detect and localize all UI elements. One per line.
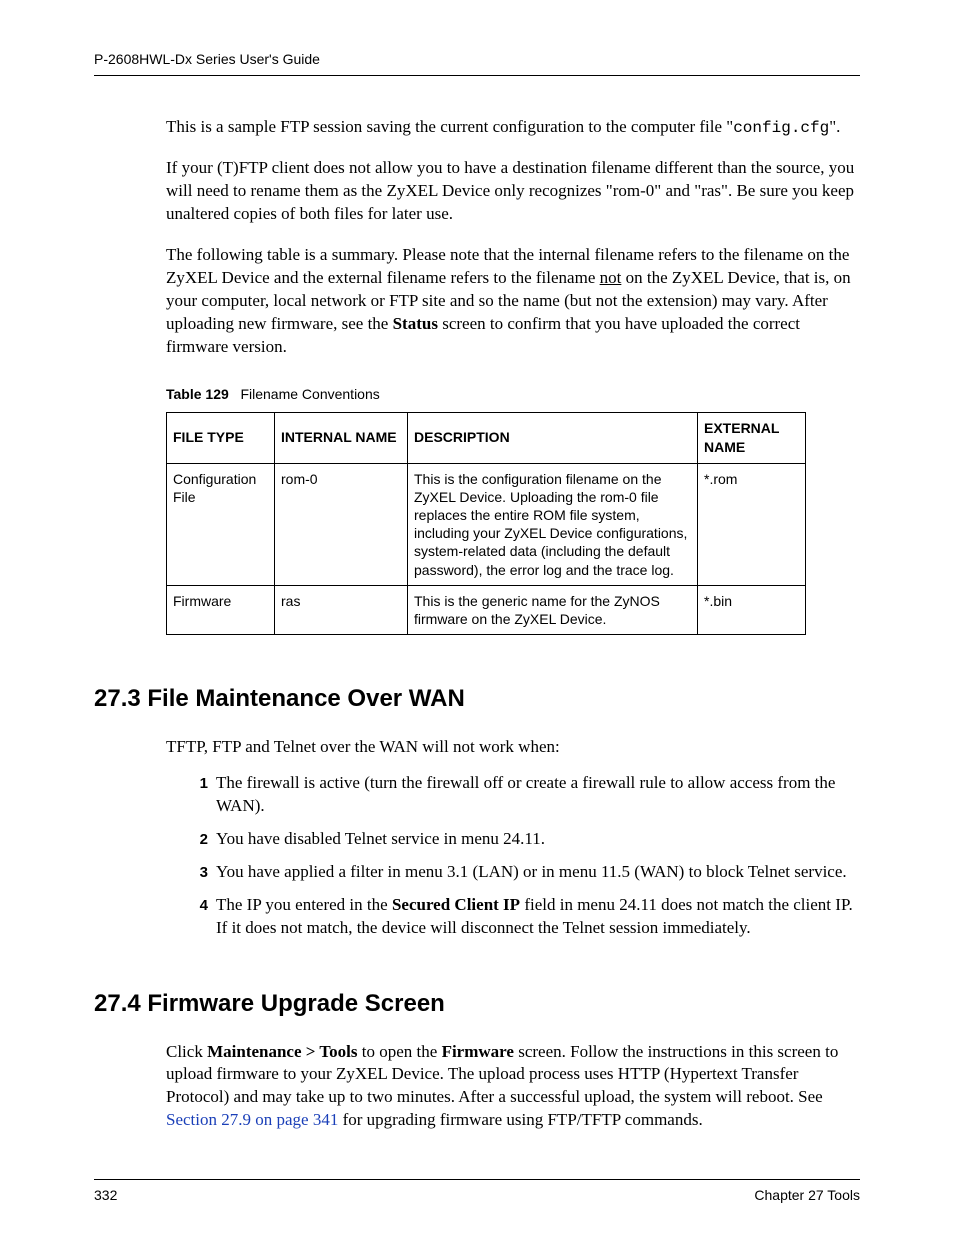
cell-description: This is the generic name for the ZyNOS f… [408, 585, 698, 634]
intro-p1-code: config.cfg [733, 119, 829, 137]
list-item: 4 The IP you entered in the Secured Clie… [190, 894, 860, 940]
th-description: DESCRIPTION [408, 412, 698, 463]
section-27-3-heading: 27.3 File Maintenance Over WAN [94, 683, 860, 715]
cell-external-name: *.rom [698, 463, 806, 585]
cell-file-type: Firmware [167, 585, 275, 634]
running-header: P-2608HWL-Dx Series User's Guide [94, 50, 860, 69]
list-number: 2 [190, 828, 208, 851]
s274-d: for upgrading firmware using FTP/TFTP co… [338, 1110, 702, 1129]
table-caption: Table 129 Filename Conventions [166, 385, 860, 404]
cell-external-name: *.bin [698, 585, 806, 634]
list-number: 4 [190, 894, 208, 940]
li4-bold: Secured Client IP [392, 895, 520, 914]
s274-bold1: Maintenance > Tools [207, 1042, 357, 1061]
intro-paragraph-2: If your (T)FTP client does not allow you… [166, 157, 860, 226]
list-number: 1 [190, 772, 208, 818]
intro-p3-bold: Status [393, 314, 438, 333]
s274-b: to open the [358, 1042, 442, 1061]
table-row: Configuration File rom-0 This is the con… [167, 463, 806, 585]
cell-internal-name: ras [275, 585, 408, 634]
th-external-name: EXTERNAL NAME [698, 412, 806, 463]
list-item: 1 The firewall is active (turn the firew… [190, 772, 860, 818]
list-number: 3 [190, 861, 208, 884]
section-27-4-heading: 27.4 Firmware Upgrade Screen [94, 988, 860, 1020]
chapter-label: Chapter 27 Tools [754, 1186, 860, 1205]
cell-description: This is the configuration filename on th… [408, 463, 698, 585]
list-text: You have applied a filter in menu 3.1 (L… [216, 861, 860, 884]
li4-a: The IP you entered in the [216, 895, 392, 914]
cell-file-type: Configuration File [167, 463, 275, 585]
section-27-3-intro: TFTP, FTP and Telnet over the WAN will n… [166, 736, 860, 759]
s274-bold2: Firmware [442, 1042, 514, 1061]
page-footer: 332 Chapter 27 Tools [94, 1179, 860, 1205]
page-number: 332 [94, 1186, 117, 1205]
th-internal-name: INTERNAL NAME [275, 412, 408, 463]
list-text: You have disabled Telnet service in menu… [216, 828, 860, 851]
intro-p3-underline: not [600, 268, 622, 287]
table-row: Firmware ras This is the generic name fo… [167, 585, 806, 634]
list-text: The firewall is active (turn the firewal… [216, 772, 860, 818]
list-item: 3 You have applied a filter in menu 3.1 … [190, 861, 860, 884]
section-27-9-link[interactable]: Section 27.9 on page 341 [166, 1110, 338, 1129]
table-caption-label: Table 129 [166, 386, 229, 402]
footer-rule [94, 1179, 860, 1180]
s274-a: Click [166, 1042, 207, 1061]
list-text: The IP you entered in the Secured Client… [216, 894, 860, 940]
table-caption-text: Filename Conventions [240, 386, 379, 402]
intro-p1-text-a: This is a sample FTP session saving the … [166, 117, 733, 136]
th-file-type: FILE TYPE [167, 412, 275, 463]
list-item: 2 You have disabled Telnet service in me… [190, 828, 860, 851]
header-rule [94, 75, 860, 76]
section-27-4-paragraph: Click Maintenance > Tools to open the Fi… [166, 1041, 860, 1133]
intro-paragraph-1: This is a sample FTP session saving the … [166, 116, 860, 140]
filename-conventions-table: FILE TYPE INTERNAL NAME DESCRIPTION EXTE… [166, 412, 806, 635]
cell-internal-name: rom-0 [275, 463, 408, 585]
section-27-3-list: 1 The firewall is active (turn the firew… [190, 772, 860, 940]
intro-paragraph-3: The following table is a summary. Please… [166, 244, 860, 359]
intro-p1-text-b: ". [829, 117, 840, 136]
